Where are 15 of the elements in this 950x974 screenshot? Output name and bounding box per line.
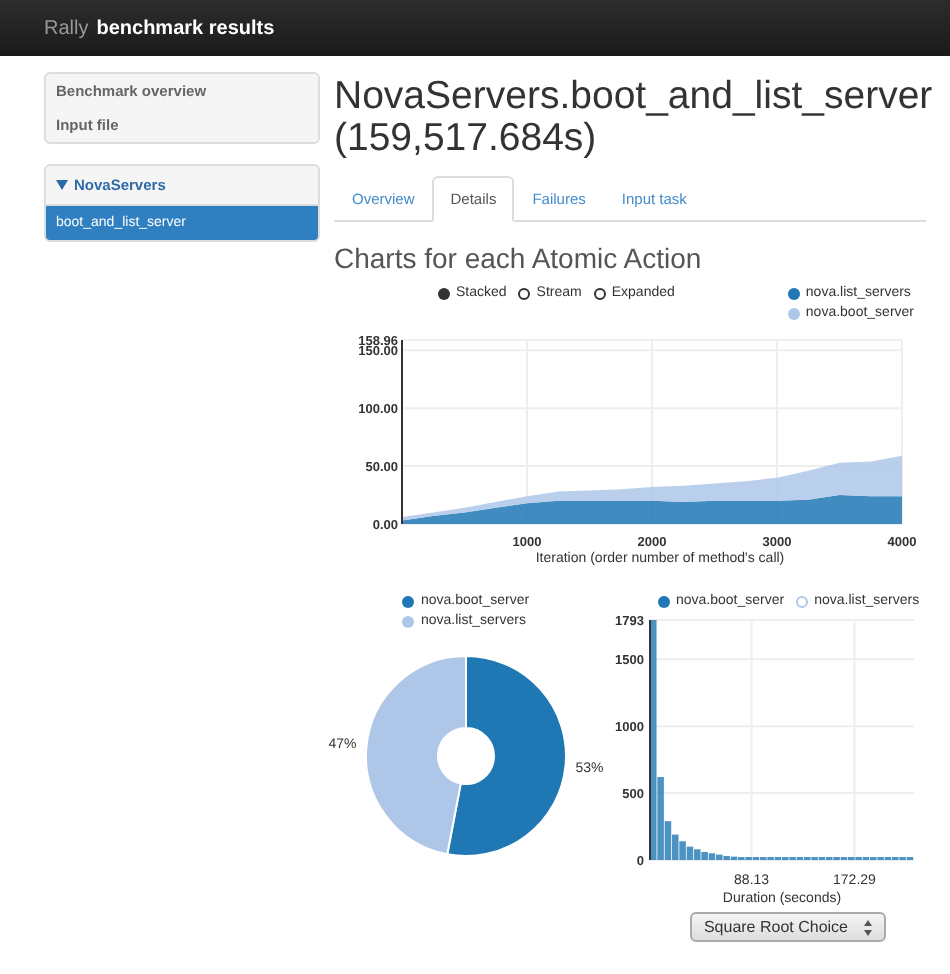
brand-name[interactable]: Rally [44, 17, 89, 39]
radio-button[interactable] [518, 287, 531, 299]
legend-dot[interactable] [658, 595, 670, 607]
legend-dot[interactable] [402, 615, 415, 627]
radio-button[interactable] [438, 287, 450, 299]
scale-select[interactable]: Square Root Choice [689, 912, 886, 942]
legend-dot[interactable] [787, 307, 800, 319]
legend-dot[interactable] [787, 287, 800, 299]
legend-dot[interactable] [796, 595, 809, 607]
triangle-icon [56, 180, 68, 190]
legend-dot[interactable] [402, 595, 415, 607]
section-title: Charts for each Atomic Action [334, 242, 704, 274]
radio-button[interactable] [593, 287, 606, 299]
header-title: benchmark results [96, 17, 275, 39]
updown-icon [864, 919, 872, 935]
